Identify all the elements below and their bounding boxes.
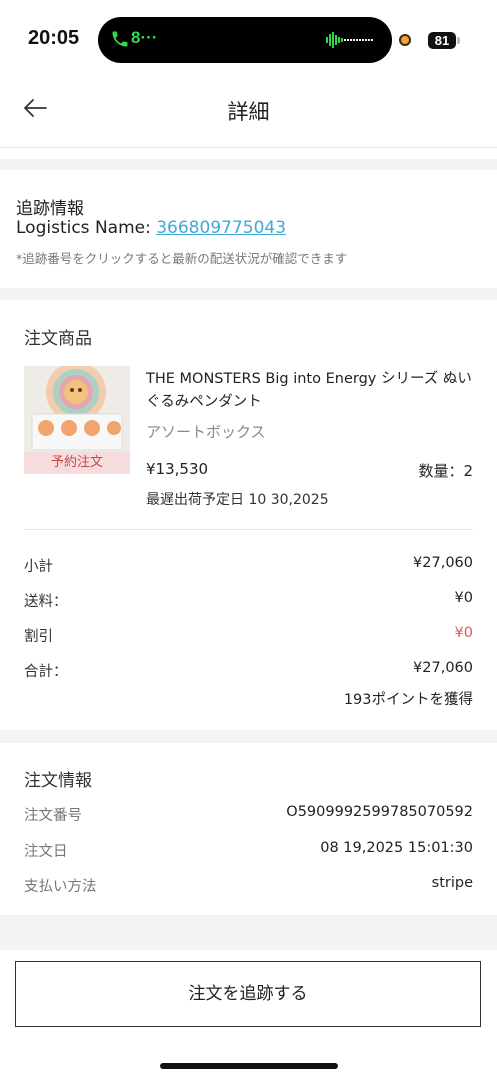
discount-row: 割引 ¥0: [24, 625, 473, 647]
total-row: 合計： ¥27,060: [24, 660, 473, 682]
status-bar: 20:05 8··· 81: [0, 0, 497, 70]
section-divider: [0, 159, 497, 170]
logistics-label: Logistics Name:: [16, 218, 157, 238]
product-illustration: [24, 366, 130, 452]
order-items-title: 注文商品: [24, 329, 92, 349]
bottom-bar: 注文を追跡する: [0, 950, 497, 1080]
payment-method-value: stripe: [431, 875, 473, 891]
order-number-row: 注文番号 O590999259978507059​2: [24, 804, 473, 826]
tracking-section: 追跡情報 Logistics Name: 366809775043 *追跡番号を…: [0, 170, 497, 288]
product-price: ¥13,530: [146, 460, 209, 478]
call-duration: 8···: [131, 28, 158, 47]
shipping-value: ¥0: [454, 590, 473, 606]
dynamic-island[interactable]: 8···: [98, 17, 392, 63]
divider: [24, 529, 473, 530]
total-label: 合計：: [24, 664, 68, 680]
subtotal-value: ¥27,060: [413, 555, 473, 571]
tracking-note: *追跡番号をクリックすると最新の配送状況が確認できます: [16, 251, 348, 266]
preorder-badge: 予約注文: [24, 452, 130, 474]
subtotal-row: 小計 ¥27,060: [24, 555, 473, 577]
ship-date: 最遅出荷予定日 10 30,2025: [146, 492, 329, 508]
discount-value: ¥0: [454, 625, 473, 641]
payment-method-row: 支払い方法 stripe: [24, 875, 473, 897]
order-info-section: 注文情報 注文番号 O590999259978507059​2 注文日 08 1…: [0, 743, 497, 915]
discount-label: 割引: [24, 629, 53, 645]
track-order-button[interactable]: 注文を追跡する: [15, 961, 481, 1027]
status-time: 20:05: [28, 27, 80, 49]
order-items-section: 注文商品 予約注文 THE MONSTERS Big into Energy シ…: [0, 300, 497, 730]
product-name[interactable]: THE MONSTERS Big into Energy シリーズ ぬいぐるみペ…: [146, 368, 476, 414]
battery-cap: [457, 37, 460, 44]
section-divider: [0, 915, 497, 950]
total-value: ¥27,060: [413, 660, 473, 676]
logistics-line: Logistics Name: 366809775043: [16, 218, 286, 238]
page-title: 詳細: [227, 100, 270, 124]
order-number-label: 注文番号: [24, 808, 82, 824]
order-date-row: 注文日 08 19,2025 15:01:30: [24, 840, 473, 862]
audio-wave-icon: [326, 32, 373, 48]
payment-method-label: 支払い方法: [24, 879, 97, 895]
shipping-row: 送料： ¥0: [24, 590, 473, 612]
home-indicator[interactable]: [160, 1063, 338, 1069]
order-date-value: 08 19,2025 15:01:30: [320, 840, 473, 856]
product-image[interactable]: 予約注文: [24, 366, 130, 474]
nav-header: 詳細: [0, 70, 497, 148]
product-quantity: 数量：2: [418, 462, 473, 480]
tracking-number-link[interactable]: 366809775043: [156, 218, 286, 238]
order-info-title: 注文情報: [24, 771, 92, 791]
tracking-title: 追跡情報: [16, 199, 84, 219]
order-date-label: 注文日: [24, 844, 68, 860]
product-variant: アソートボックス: [146, 423, 266, 441]
subtotal-label: 小計: [24, 559, 53, 575]
shipping-label: 送料：: [24, 594, 68, 610]
points-row: 193ポイントを獲得: [24, 688, 473, 710]
section-divider: [0, 288, 497, 300]
recording-indicator-icon: [399, 34, 411, 46]
section-divider: [0, 730, 497, 743]
battery-icon: 81: [428, 32, 456, 49]
order-number-value: O590999259978507059​2: [286, 804, 473, 820]
points-earned: 193ポイントを獲得: [343, 692, 473, 708]
phone-icon: [112, 31, 128, 47]
